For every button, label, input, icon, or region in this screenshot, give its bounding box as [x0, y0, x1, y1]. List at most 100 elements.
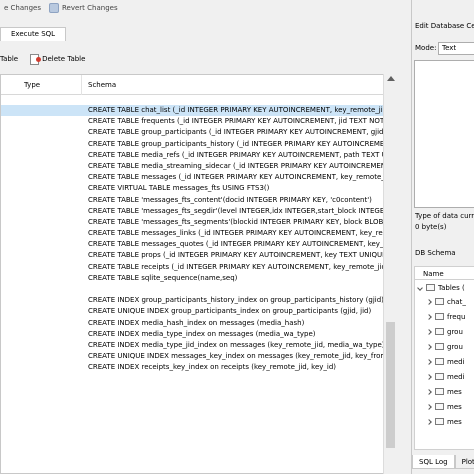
- tree-item[interactable]: grou: [426, 342, 463, 353]
- schema-cell: CREATE INDEX media_hash_index on message…: [88, 318, 305, 327]
- schema-cell: CREATE INDEX receipts_key_index on recei…: [88, 363, 337, 372]
- tree-item[interactable]: medi: [426, 372, 465, 383]
- chevron-right-icon[interactable]: [426, 299, 432, 305]
- table-row[interactable]: CREATE TABLE 'messages_fts_segdir'(level…: [1, 206, 396, 217]
- schema-cell: CREATE TABLE receipts (_id INTEGER PRIMA…: [88, 262, 393, 271]
- tables-node[interactable]: Tables (: [417, 283, 465, 294]
- tree-item-label: mes: [447, 403, 462, 411]
- schema-cell: CREATE UNIQUE INDEX group_participants_i…: [88, 307, 372, 316]
- schema-cell: CREATE UNIQUE INDEX messages_key_index o…: [88, 352, 397, 361]
- structure-grid[interactable]: Type Schema CREATE TABLE chat_list (_id …: [0, 74, 397, 474]
- delete-table-button[interactable]: Delete Table: [30, 53, 86, 65]
- table-row[interactable]: CREATE TABLE messages_quotes (_id INTEGE…: [1, 239, 396, 250]
- table-row[interactable]: [1, 284, 384, 295]
- table-icon: [435, 403, 444, 410]
- modify-table-label: Table: [0, 55, 19, 63]
- table-row[interactable]: CREATE TABLE group_participants (_id INT…: [1, 127, 390, 138]
- schema-tree[interactable]: Tables ( chat_frequ grou grou medi medi mes me…: [414, 280, 474, 450]
- tree-item[interactable]: grou: [426, 327, 463, 338]
- revert-icon: [48, 3, 59, 13]
- tree-item[interactable]: chat_: [426, 297, 466, 308]
- table-row[interactable]: CREATE INDEX media_hash_index on message…: [1, 318, 384, 329]
- bottom-tabs: SQL Log Plot: [412, 455, 474, 474]
- scroll-up-arrow-icon[interactable]: [387, 76, 395, 81]
- table-icon: [435, 358, 444, 365]
- table-row[interactable]: CREATE INDEX media_type_jid_index on mes…: [1, 340, 385, 351]
- tab-plot[interactable]: Plot: [454, 455, 474, 469]
- grid-vertical-scrollbar[interactable]: [383, 74, 397, 474]
- table-row[interactable]: CREATE UNIQUE INDEX messages_key_index o…: [1, 351, 396, 362]
- chevron-right-icon[interactable]: [426, 404, 432, 410]
- chevron-down-icon[interactable]: [417, 285, 423, 291]
- column-header-schema[interactable]: Schema: [88, 81, 116, 89]
- table-icon: [426, 284, 435, 291]
- table-row[interactable]: CREATE VIRTUAL TABLE messages_fts USING …: [1, 183, 384, 194]
- chevron-right-icon[interactable]: [426, 314, 432, 320]
- right-panels: Edit Database Cell Mode: Text Type of da…: [411, 0, 474, 474]
- delete-table-label: Delete Table: [42, 55, 86, 63]
- table-row[interactable]: CREATE TABLE messages (_id INTEGER PRIMA…: [1, 172, 396, 183]
- tree-item-label: medi: [447, 373, 465, 381]
- scrollbar-thumb[interactable]: [386, 322, 395, 448]
- schema-cell: CREATE VIRTUAL TABLE messages_fts USING …: [88, 184, 270, 193]
- tree-item[interactable]: mes: [426, 387, 462, 398]
- schema-cell: CREATE TABLE props (_id INTEGER PRIMARY …: [88, 251, 389, 260]
- table-icon: [435, 313, 444, 320]
- tree-item[interactable]: medi: [426, 357, 465, 368]
- chevron-right-icon[interactable]: [426, 359, 432, 365]
- table-icon: [435, 328, 444, 335]
- schema-cell: CREATE TABLE chat_list (_id INTEGER PRIM…: [88, 106, 394, 114]
- table-row[interactable]: CREATE INDEX group_participants_history_…: [1, 295, 384, 306]
- mode-select[interactable]: Text: [438, 42, 474, 55]
- chevron-right-icon[interactable]: [426, 374, 432, 380]
- schema-cell: CREATE TABLE 'messages_fts_content'(doci…: [88, 195, 372, 204]
- table-row[interactable]: CREATE TABLE chat_list (_id INTEGER PRIM…: [1, 105, 394, 117]
- tables-node-label: Tables (: [438, 284, 465, 292]
- column-header-type[interactable]: Type: [24, 81, 40, 89]
- schema-cell: CREATE TABLE media_refs (_id INTEGER PRI…: [88, 150, 395, 159]
- schema-cell: CREATE TABLE sqlite_sequence(name,seq): [88, 273, 238, 282]
- tab-execute-sql[interactable]: Execute SQL: [0, 27, 67, 41]
- table-row[interactable]: CREATE TABLE receipts (_id INTEGER PRIMA…: [1, 262, 392, 273]
- modify-table-button[interactable]: Table: [0, 55, 18, 63]
- db-schema-title: DB Schema: [415, 249, 456, 257]
- table-row[interactable]: CREATE TABLE 'messages_fts_segments'(blo…: [1, 217, 387, 228]
- write-changes-button[interactable]: e Changes: [0, 1, 45, 15]
- column-separator[interactable]: [81, 75, 82, 95]
- table-row[interactable]: CREATE TABLE media_refs (_id INTEGER PRI…: [1, 150, 394, 161]
- table-row[interactable]: CREATE TABLE media_streaming_sidecar (_i…: [1, 161, 396, 172]
- revert-changes-button[interactable]: Revert Changes: [45, 1, 122, 15]
- table-row[interactable]: CREATE TABLE props (_id INTEGER PRIMARY …: [1, 250, 389, 261]
- schema-name-header[interactable]: Name: [414, 266, 474, 280]
- schema-cell: CREATE TABLE group_participants (_id INT…: [88, 128, 390, 137]
- chevron-right-icon[interactable]: [426, 344, 432, 350]
- table-row[interactable]: CREATE INDEX media_type_index on message…: [1, 329, 384, 340]
- table-row[interactable]: CREATE INDEX receipts_key_index on recei…: [1, 362, 384, 373]
- tree-item[interactable]: frequ: [426, 312, 466, 323]
- delete-table-icon: [30, 53, 42, 65]
- tree-item-label: grou: [447, 343, 463, 351]
- chevron-right-icon[interactable]: [426, 419, 432, 425]
- cell-editor[interactable]: [414, 60, 474, 208]
- type-of-data-label: Type of data curr: [415, 212, 474, 220]
- table-row[interactable]: CREATE TABLE sqlite_sequence(name,seq): [1, 273, 384, 284]
- table-row[interactable]: CREATE UNIQUE INDEX group_participants_i…: [1, 306, 384, 317]
- table-row[interactable]: CREATE TABLE group_participants_history …: [1, 139, 394, 150]
- table-row[interactable]: CREATE TABLE 'messages_fts_content'(doci…: [1, 195, 384, 206]
- data-size-label: 0 byte(s): [415, 223, 447, 231]
- table-row[interactable]: CREATE TABLE messages_links (_id INTEGER…: [1, 228, 394, 239]
- table-icon: [435, 298, 444, 305]
- table-row[interactable]: CREATE TABLE frequents (_id INTEGER PRIM…: [1, 116, 392, 127]
- chevron-right-icon[interactable]: [426, 329, 432, 335]
- tab-sql-log[interactable]: SQL Log: [412, 455, 455, 469]
- schema-cell: CREATE TABLE group_participants_history …: [88, 139, 394, 148]
- chevron-right-icon[interactable]: [426, 389, 432, 395]
- tree-item-label: mes: [447, 418, 462, 426]
- schema-cell: CREATE TABLE 'messages_fts_segments'(blo…: [88, 217, 387, 226]
- tree-item-label: mes: [447, 388, 462, 396]
- tree-item-label: grou: [447, 328, 463, 336]
- table-icon: [435, 373, 444, 380]
- tree-item-label: frequ: [447, 313, 466, 321]
- tree-item[interactable]: mes: [426, 417, 462, 428]
- tree-item[interactable]: mes: [426, 402, 462, 413]
